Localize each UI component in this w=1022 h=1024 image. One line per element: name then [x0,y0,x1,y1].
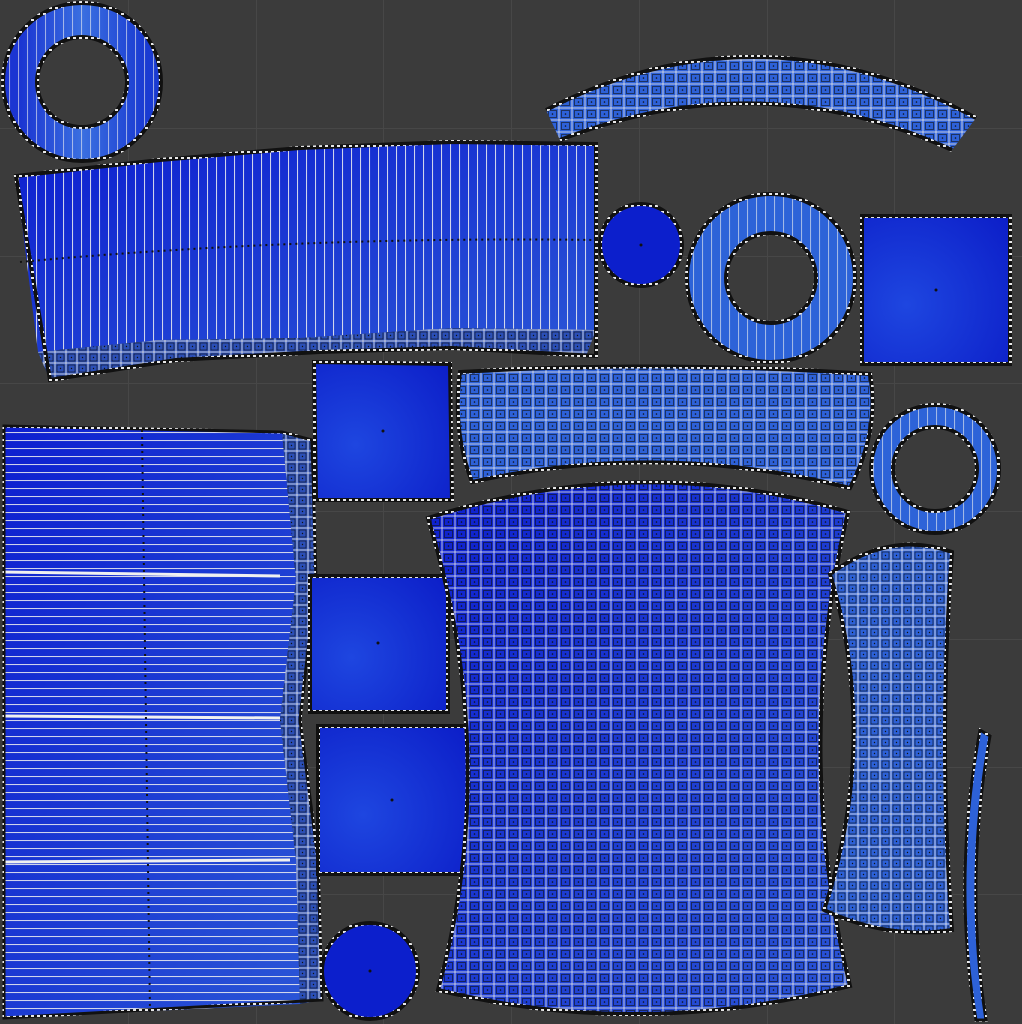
uv-island-panel-left[interactable] [2,424,324,1020]
uv-island-panel-center[interactable] [425,480,853,1017]
uv-editor-canvas[interactable] [0,0,1022,1024]
uv-island-disc-small[interactable] [598,202,684,288]
uv-island-square-c[interactable] [316,724,470,876]
uv-island-square-a[interactable] [311,359,455,502]
uv-island-disc-bottom[interactable] [320,921,420,1021]
uv-island-square-top-right[interactable] [860,214,1012,366]
uv-island-square-b[interactable] [308,574,450,714]
uv-island-strip-top-wide[interactable] [13,139,598,383]
